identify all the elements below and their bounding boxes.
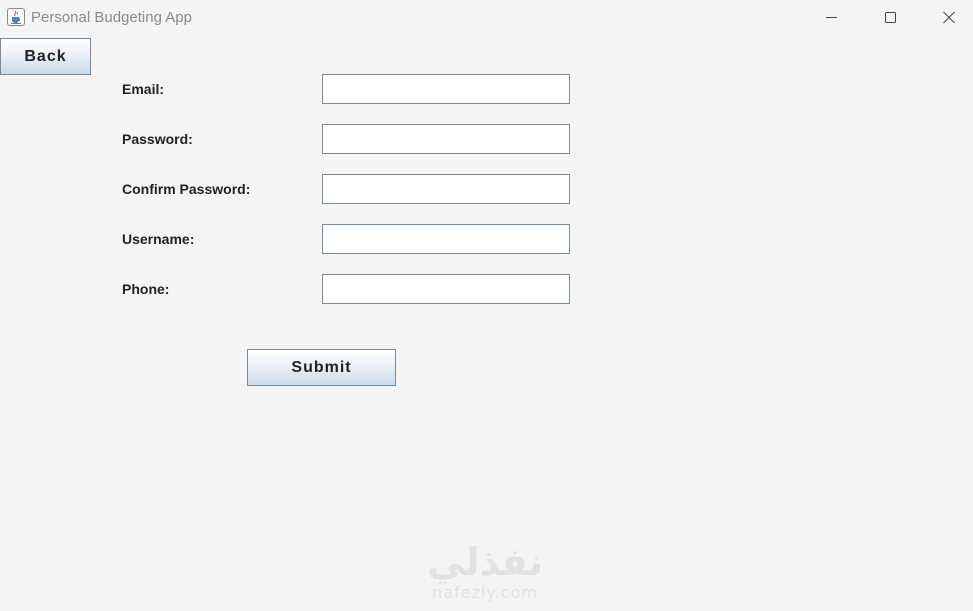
window-title: Personal Budgeting App bbox=[31, 9, 192, 26]
maximize-button[interactable] bbox=[861, 0, 919, 34]
minimize-icon bbox=[826, 17, 837, 18]
confirm-password-label: Confirm Password: bbox=[122, 181, 251, 197]
close-button[interactable] bbox=[920, 0, 973, 34]
username-label: Username: bbox=[122, 231, 195, 247]
close-icon bbox=[943, 11, 955, 24]
email-label: Email: bbox=[122, 81, 165, 97]
phone-field[interactable] bbox=[322, 274, 570, 304]
watermark-arabic: نفذلي bbox=[426, 540, 544, 584]
watermark-url: nafezly.com bbox=[432, 583, 538, 602]
title-bar[interactable]: Personal Budgeting App bbox=[0, 0, 973, 34]
submit-button[interactable]: Submit bbox=[247, 349, 396, 386]
watermark: نفذلي nafezly.com bbox=[420, 540, 550, 602]
app-window: Personal Budgeting App Back Email: Passw… bbox=[0, 0, 973, 611]
minimize-button[interactable] bbox=[802, 0, 860, 34]
maximize-icon bbox=[885, 12, 896, 23]
email-field[interactable] bbox=[322, 74, 570, 104]
password-label: Password: bbox=[122, 131, 193, 147]
username-field[interactable] bbox=[322, 224, 570, 254]
back-button[interactable]: Back bbox=[0, 38, 91, 75]
phone-label: Phone: bbox=[122, 281, 170, 297]
java-cup-icon bbox=[7, 8, 25, 26]
confirm-password-field[interactable] bbox=[322, 174, 570, 204]
password-field[interactable] bbox=[322, 124, 570, 154]
